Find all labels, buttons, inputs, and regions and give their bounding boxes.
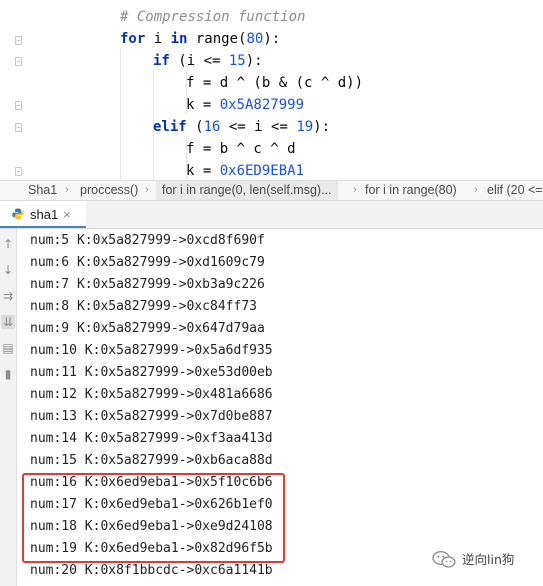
code-token: i xyxy=(153,31,171,47)
code-token: k = xyxy=(186,163,220,179)
code-token: <= i <= xyxy=(220,119,297,135)
scroll-to-end-icon[interactable]: ⇊ xyxy=(1,315,15,329)
breadcrumb: Sha1 › proccess() › for i in range(0, le… xyxy=(0,180,543,201)
breadcrumb-item[interactable]: proccess() xyxy=(80,181,138,200)
code-token: if xyxy=(153,53,179,69)
code-token: 80 xyxy=(246,31,264,47)
code-line[interactable]: k = 0x5A827999 xyxy=(186,94,304,116)
fold-marker-icon[interactable] xyxy=(15,57,22,66)
breadcrumb-separator: › xyxy=(65,184,69,196)
code-token: 19 xyxy=(296,119,314,135)
console-line: num:14 K:0x5a827999->0xf3aa413d xyxy=(30,431,273,446)
console-line: num:8 K:0x5a827999->0xc84ff73 xyxy=(30,299,257,314)
console-line: num:13 K:0x5a827999->0x7d0be887 xyxy=(30,409,273,424)
fold-marker-icon[interactable] xyxy=(15,167,22,176)
arrow-up-icon[interactable]: ↑ xyxy=(1,237,15,251)
watermark: 逆向lin狗 xyxy=(432,548,540,572)
code-token: ): xyxy=(313,119,331,135)
python-icon xyxy=(12,208,24,220)
code-token: 0x6ED9EBA1 xyxy=(219,163,305,179)
code-token: elif xyxy=(153,119,196,135)
code-line[interactable]: for i in range(80): xyxy=(120,28,280,50)
fold-marker-icon[interactable] xyxy=(15,123,22,132)
code-token: ( xyxy=(195,119,204,135)
breadcrumb-item-active[interactable]: for i in range(0, len(self.msg)... xyxy=(156,181,338,200)
console-line: num:7 K:0x5a827999->0xb3a9c226 xyxy=(30,277,265,292)
run-tab[interactable]: sha1 × xyxy=(0,201,86,228)
code-token: 0x5A827999 xyxy=(219,97,305,113)
indent-guide xyxy=(120,48,121,180)
code-token: 16 xyxy=(203,119,221,135)
code-line[interactable]: f = d ^ (b & (c ^ d)) xyxy=(186,72,363,94)
breadcrumb-item[interactable]: Sha1 xyxy=(28,181,57,200)
code-token: in xyxy=(170,31,196,47)
soft-wrap-icon[interactable]: ⇉ xyxy=(1,289,15,303)
code-token: k = xyxy=(186,97,220,113)
code-token: 15 xyxy=(228,53,246,69)
highlight-box xyxy=(22,473,285,563)
watermark-text: 逆向lin狗 xyxy=(462,552,515,567)
code-line[interactable]: if (i <= 15): xyxy=(153,50,263,72)
code-line[interactable]: # Compression function xyxy=(120,6,305,28)
console-side-toolbar: ↑ ↓ ⇉ ⇊ ▤ ▮ xyxy=(0,229,17,586)
print-icon[interactable]: ▤ xyxy=(1,341,15,355)
breadcrumb-item[interactable]: elif (20 <= xyxy=(487,181,543,200)
code-line[interactable]: f = b ^ c ^ d xyxy=(186,138,296,160)
run-tool-window-header: sha1 × xyxy=(0,201,543,229)
code-editor[interactable]: # Compression function for i in range(80… xyxy=(0,0,543,180)
code-token: ): xyxy=(245,53,263,69)
console-line: num:12 K:0x5a827999->0x481a6686 xyxy=(30,387,273,402)
editor-gutter xyxy=(0,0,40,180)
arrow-down-icon[interactable]: ↓ xyxy=(1,263,15,277)
code-token: f = b ^ c ^ d xyxy=(186,141,296,157)
console-line: num:9 K:0x5a827999->0x647d79aa xyxy=(30,321,265,336)
breadcrumb-item[interactable]: for i in range(80) xyxy=(365,181,457,200)
breadcrumb-separator: › xyxy=(353,184,357,196)
console-line: num:6 K:0x5a827999->0xd1609c79 xyxy=(30,255,265,270)
console-line: num:10 K:0x5a827999->0x5a6df935 xyxy=(30,343,273,358)
code-line[interactable]: elif (16 <= i <= 19): xyxy=(153,116,330,138)
code-token: for xyxy=(120,31,154,47)
console-line: num:11 K:0x5a827999->0xe53d00eb xyxy=(30,365,273,380)
run-tab-label: sha1 xyxy=(30,207,59,222)
console-line: num:20 K:0x8f1bbcdc->0xc6a1141b xyxy=(30,563,273,578)
close-icon[interactable]: × xyxy=(63,201,71,228)
fold-marker-icon[interactable] xyxy=(15,101,22,110)
code-line[interactable]: k = 0x6ED9EBA1 xyxy=(186,160,304,180)
trash-icon[interactable]: ▮ xyxy=(1,367,15,381)
fold-marker-icon[interactable] xyxy=(15,36,22,45)
code-token: ): xyxy=(263,31,281,47)
console-line: num:15 K:0x5a827999->0xb6aca88d xyxy=(30,453,273,468)
code-token: (i <= xyxy=(178,53,229,69)
breadcrumb-separator: › xyxy=(474,184,478,196)
code-token: f = d ^ (b & (c ^ d)) xyxy=(186,75,364,91)
code-token: range( xyxy=(195,31,247,47)
wechat-icon xyxy=(432,551,456,568)
breadcrumb-separator: › xyxy=(145,184,149,196)
console-line: num:5 K:0x5a827999->0xcd8f690f xyxy=(30,233,265,248)
code-token: # Compression function xyxy=(120,9,306,25)
